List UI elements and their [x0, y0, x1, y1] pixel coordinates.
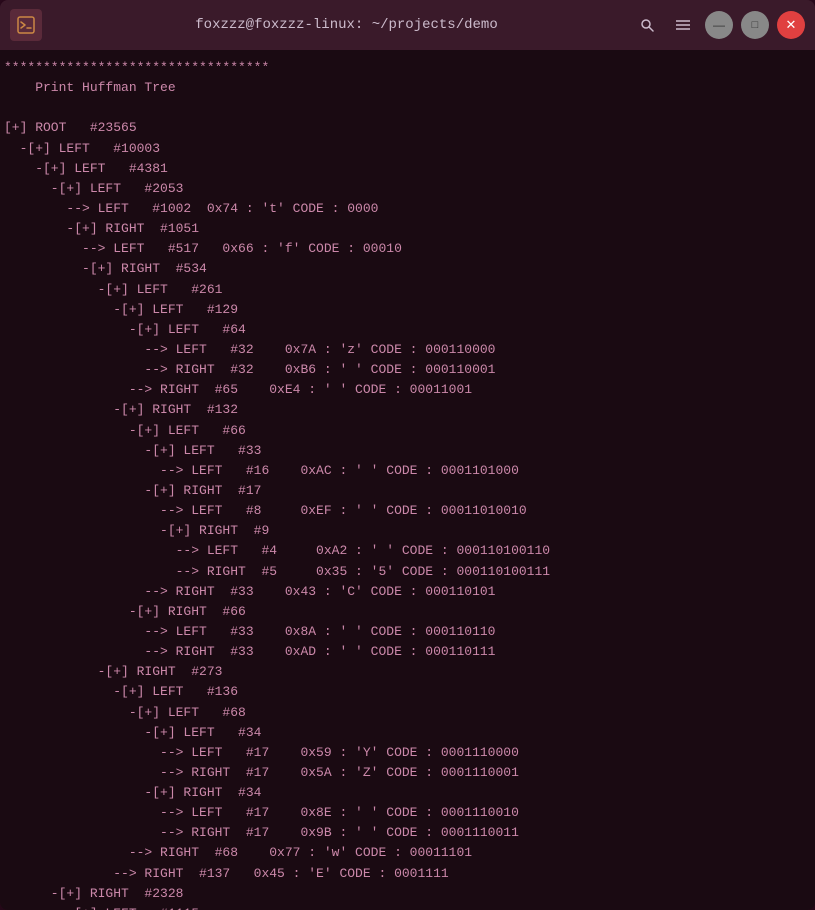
- window-controls: — □ ✕: [633, 11, 805, 39]
- title-bar: foxzzz@foxzzz-linux: ~/projects/demo —: [0, 0, 815, 50]
- terminal-body[interactable]: ********************************** Print…: [0, 50, 815, 910]
- close-button[interactable]: ✕: [777, 11, 805, 39]
- terminal-window: foxzzz@foxzzz-linux: ~/projects/demo —: [0, 0, 815, 910]
- maximize-button[interactable]: □: [741, 11, 769, 39]
- window-title: foxzzz@foxzzz-linux: ~/projects/demo: [60, 17, 633, 33]
- minimize-button[interactable]: —: [705, 11, 733, 39]
- menu-button[interactable]: [669, 11, 697, 39]
- terminal-icon: [10, 9, 42, 41]
- title-bar-left: [10, 9, 60, 41]
- terminal-output: ********************************** Print…: [4, 58, 811, 910]
- search-button[interactable]: [633, 11, 661, 39]
